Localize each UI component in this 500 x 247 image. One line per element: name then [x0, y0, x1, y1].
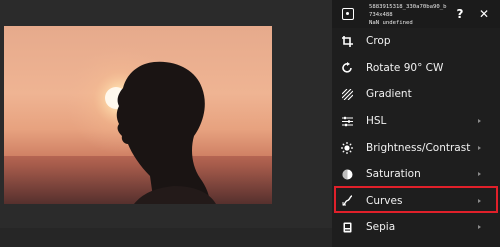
- file-meta: NaN undefined: [369, 20, 413, 26]
- canvas-bottom-strip: [0, 228, 332, 247]
- chevron-right-icon: [478, 119, 481, 124]
- curves-icon: [341, 195, 353, 207]
- menu-item-brightness-contrast[interactable]: Brightness/Contrast: [332, 134, 500, 161]
- menu-item-curves[interactable]: Curves: [332, 188, 500, 215]
- menu-item-hsl[interactable]: HSL: [332, 108, 500, 135]
- panel-header: 5883915318_330a70ba90_b... 734x488 NaN u…: [332, 0, 500, 28]
- chevron-right-icon: [478, 225, 481, 230]
- menu-item-label: Curves: [366, 194, 403, 207]
- tools-panel: 5883915318_330a70ba90_b... 734x488 NaN u…: [332, 0, 500, 247]
- tools-menu: Crop Rotate 90° CW Gradient HSL Brightne…: [332, 28, 500, 241]
- chevron-right-icon: [478, 145, 481, 150]
- crop-icon: [341, 35, 353, 47]
- chevron-right-icon: [478, 172, 481, 177]
- menu-item-label: Saturation: [366, 168, 421, 181]
- menu-item-label: Rotate 90° CW: [366, 61, 444, 74]
- menu-item-gradient[interactable]: Gradient: [332, 81, 500, 108]
- menu-item-label: Brightness/Contrast: [366, 141, 471, 154]
- menu-item-label: HSL: [366, 115, 387, 128]
- sepia-icon: [341, 221, 353, 233]
- hsl-icon: [341, 115, 353, 127]
- chevron-right-icon: [478, 198, 481, 203]
- menu-item-sepia[interactable]: Sepia: [332, 214, 500, 241]
- file-dimensions: 734x488: [369, 12, 393, 18]
- saturation-icon: [341, 168, 353, 180]
- menu-item-label: Gradient: [366, 88, 412, 101]
- image-icon: [342, 8, 354, 20]
- menu-item-saturation[interactable]: Saturation: [332, 161, 500, 188]
- brightness-icon: [341, 141, 353, 154]
- menu-item-label: Crop: [366, 35, 391, 48]
- rotate-icon: [341, 62, 353, 74]
- gradient-icon: [341, 88, 353, 100]
- help-button[interactable]: ?: [453, 6, 467, 22]
- menu-item-rotate[interactable]: Rotate 90° CW: [332, 55, 500, 82]
- menu-item-label: Sepia: [366, 221, 396, 234]
- close-button[interactable]: ✕: [477, 6, 491, 22]
- image-canvas: [0, 0, 332, 247]
- photo-silhouette: [4, 26, 272, 204]
- file-name: 5883915318_330a70ba90_b...: [369, 4, 447, 10]
- file-info: 5883915318_330a70ba90_b... 734x488 NaN u…: [369, 3, 447, 27]
- menu-item-crop[interactable]: Crop: [332, 28, 500, 55]
